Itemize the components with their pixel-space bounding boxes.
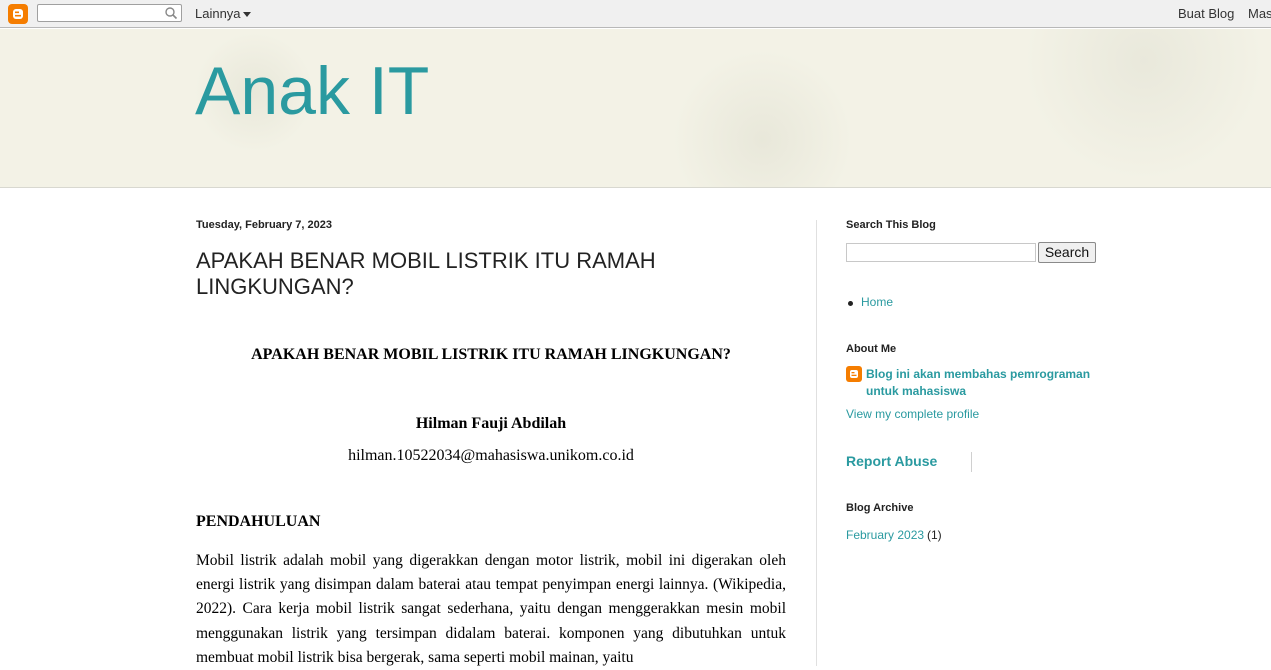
list-bullet — [848, 301, 853, 306]
blog-title[interactable]: Anak IT — [195, 51, 429, 131]
blog-search-input[interactable] — [846, 243, 1036, 262]
blogger-profile-icon — [846, 366, 862, 382]
create-blog-link[interactable]: Buat Blog — [1178, 6, 1234, 21]
article-email: hilman.10522034@mahasiswa.unikom.co.id — [348, 447, 634, 464]
post-date: Tuesday, February 7, 2023 — [196, 219, 332, 231]
archive-month-link[interactable]: February 2023 — [846, 528, 924, 542]
search-icon[interactable] — [164, 6, 178, 20]
column-divider — [816, 220, 817, 666]
sign-in-link[interactable]: Mas — [1248, 6, 1271, 21]
chevron-down-icon — [242, 12, 251, 18]
archive-heading: Blog Archive — [846, 502, 914, 514]
page-link-home[interactable]: Home — [861, 295, 893, 309]
report-divider — [971, 452, 972, 472]
blogger-logo-icon[interactable] — [8, 4, 28, 24]
blog-header: Anak IT — [0, 29, 1271, 188]
profile-name-link[interactable]: Blog ini akan membahas pemrograman untuk… — [866, 366, 1106, 400]
view-profile-link[interactable]: View my complete profile — [846, 407, 979, 421]
search-button[interactable]: Search — [1038, 242, 1096, 263]
article-heading: APAKAH BENAR MOBIL LISTRIK ITU RAMAH LIN… — [251, 346, 731, 363]
article-author: Hilman Fauji Abdilah — [415, 415, 567, 432]
navbar-search-input[interactable] — [40, 6, 160, 20]
blogger-navbar: Lainnya Buat Blog Mas — [0, 0, 1271, 28]
post-title: APAKAH BENAR MOBIL LISTRIK ITU RAMAH LIN… — [196, 248, 656, 299]
archive-count: (1) — [927, 528, 942, 542]
section-heading: PENDAHULUAN — [196, 513, 321, 530]
navbar-search — [37, 4, 182, 22]
report-abuse-link[interactable]: Report Abuse — [846, 453, 937, 469]
about-heading: About Me — [846, 343, 897, 355]
more-menu-label: Lainnya — [195, 6, 241, 21]
more-menu[interactable]: Lainnya — [195, 6, 251, 21]
article-paragraph: Mobil listrik adalah mobil yang digerakk… — [196, 552, 786, 666]
search-widget-heading: Search This Blog — [846, 219, 936, 231]
